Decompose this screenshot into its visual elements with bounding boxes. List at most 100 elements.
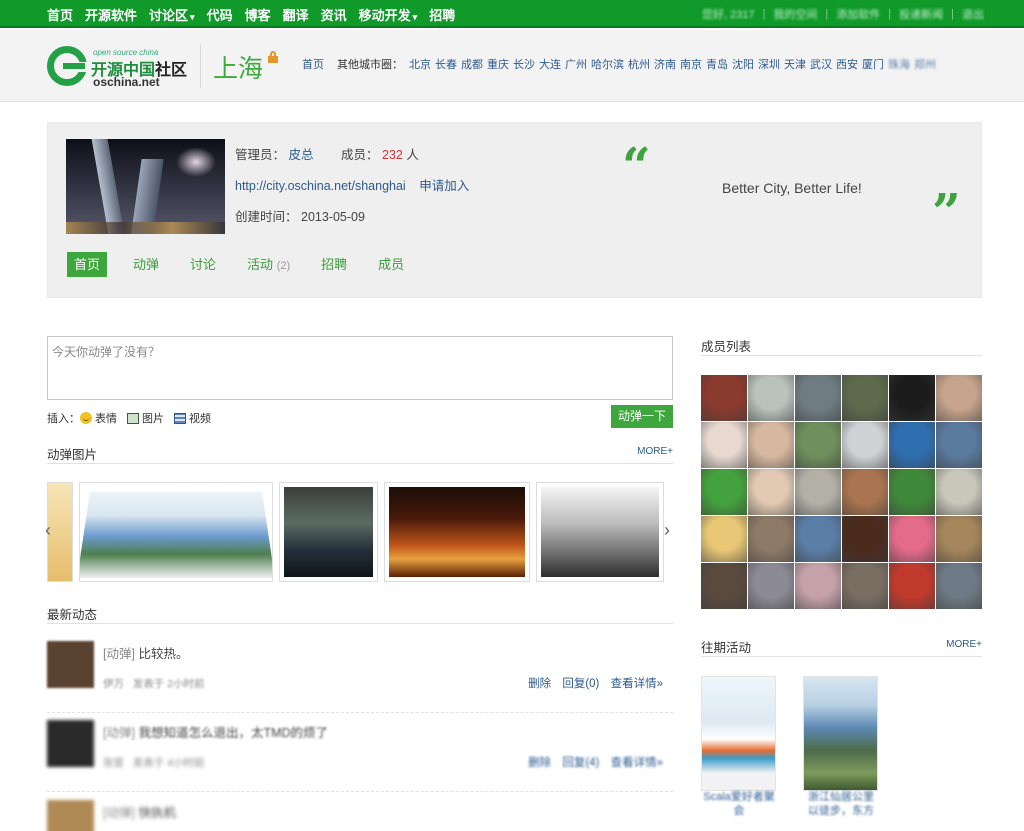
member-avatar[interactable]: [889, 375, 935, 421]
insert-video-button[interactable]: 视频: [174, 410, 211, 426]
city-link[interactable]: 西安: [836, 56, 858, 72]
city-link[interactable]: 郑州: [914, 56, 936, 72]
city-link[interactable]: 成都: [461, 56, 483, 72]
nav-jobs[interactable]: 招聘: [429, 5, 455, 24]
member-avatar[interactable]: [748, 375, 794, 421]
photos-more-link[interactable]: MORE+: [637, 446, 673, 457]
member-avatar[interactable]: [748, 469, 794, 515]
city-url-link[interactable]: http://city.oschina.net/shanghai: [235, 179, 406, 193]
activity-caption[interactable]: 浙江仙居公里 以徒步，东方: [799, 790, 883, 818]
tab-discussions[interactable]: 讨论: [190, 252, 216, 277]
activity-poster[interactable]: [803, 676, 878, 791]
carousel-next-icon[interactable]: ›: [664, 520, 670, 541]
member-avatar[interactable]: [889, 469, 935, 515]
member-avatar[interactable]: [701, 375, 747, 421]
member-avatar[interactable]: [795, 516, 841, 562]
member-avatar[interactable]: [842, 422, 888, 468]
insert-emoji-button[interactable]: 表情: [80, 410, 117, 426]
nav-opensource[interactable]: 开源软件: [85, 5, 137, 24]
member-avatar[interactable]: [701, 469, 747, 515]
tab-events[interactable]: 活动 (2): [247, 252, 290, 277]
nav-code[interactable]: 代码: [207, 5, 233, 24]
photo-thumb[interactable]: [536, 482, 664, 582]
avatar[interactable]: [47, 641, 94, 688]
nav-blog[interactable]: 博客: [245, 5, 271, 24]
member-avatar[interactable]: [748, 422, 794, 468]
post-tweet-button[interactable]: 动弹一下: [611, 405, 673, 428]
activity-caption[interactable]: Scala爱好者聚会: [697, 790, 781, 818]
city-link[interactable]: 大连: [539, 56, 561, 72]
city-link[interactable]: 厦门: [862, 56, 884, 72]
join-link[interactable]: 申请加入: [419, 179, 469, 193]
member-avatar[interactable]: [795, 422, 841, 468]
city-link[interactable]: 南京: [680, 56, 702, 72]
city-link[interactable]: 长沙: [513, 56, 535, 72]
tab-members[interactable]: 成员: [378, 252, 404, 277]
member-avatar[interactable]: [795, 375, 841, 421]
view-detail-link[interactable]: 查看详情»: [611, 678, 663, 690]
city-link[interactable]: 珠海: [888, 56, 910, 72]
member-avatar[interactable]: [748, 563, 794, 609]
insert-image-button[interactable]: 图片: [127, 410, 164, 426]
delete-link[interactable]: 删除: [528, 757, 551, 769]
member-avatar[interactable]: [795, 563, 841, 609]
member-avatar[interactable]: [795, 469, 841, 515]
member-avatar[interactable]: [701, 516, 747, 562]
member-avatar[interactable]: [842, 469, 888, 515]
member-avatar[interactable]: [842, 516, 888, 562]
tab-home[interactable]: 首页: [67, 252, 108, 277]
oschina-logo[interactable]: open source china 开源中国社区 oschina.net: [47, 46, 187, 89]
member-avatar[interactable]: [936, 563, 982, 609]
avatar[interactable]: [47, 800, 94, 831]
city-link[interactable]: 武汉: [810, 56, 832, 72]
member-avatar[interactable]: [889, 516, 935, 562]
activities-more-link[interactable]: MORE+: [946, 639, 982, 650]
add-software-link[interactable]: 添加软件: [836, 6, 880, 22]
submit-news-link[interactable]: 投递新闻: [899, 6, 943, 22]
city-home-link[interactable]: 首页: [302, 56, 324, 72]
tweet-input[interactable]: [48, 337, 672, 399]
reply-link[interactable]: 回复(4): [562, 757, 599, 769]
city-link[interactable]: 沈阳: [732, 56, 754, 72]
nav-news[interactable]: 资讯: [321, 5, 347, 24]
photo-thumb[interactable]: [384, 482, 530, 582]
avatar[interactable]: [47, 720, 94, 767]
nav-translate[interactable]: 翻译: [283, 5, 309, 24]
city-link[interactable]: 青岛: [706, 56, 728, 72]
city-link[interactable]: 天津: [784, 56, 806, 72]
logout-link[interactable]: 退出: [962, 6, 984, 22]
city-link[interactable]: 重庆: [487, 56, 509, 72]
city-link[interactable]: 深圳: [758, 56, 780, 72]
reply-link[interactable]: 回复(0): [562, 678, 599, 690]
city-link[interactable]: 北京: [409, 56, 431, 72]
delete-link[interactable]: 删除: [528, 678, 551, 690]
member-avatar[interactable]: [701, 563, 747, 609]
photo-thumb[interactable]: [279, 482, 378, 582]
city-link[interactable]: 哈尔滨: [591, 56, 624, 72]
city-link[interactable]: 济南: [654, 56, 676, 72]
view-detail-link[interactable]: 查看详情»: [611, 757, 663, 769]
member-avatar[interactable]: [701, 422, 747, 468]
activity-poster[interactable]: [701, 676, 776, 791]
member-avatar[interactable]: [842, 563, 888, 609]
photo-thumb[interactable]: [79, 482, 273, 582]
member-avatar[interactable]: [748, 516, 794, 562]
my-space-link[interactable]: 我的空间: [773, 6, 817, 22]
nav-home[interactable]: 首页: [47, 5, 73, 24]
member-avatar[interactable]: [889, 422, 935, 468]
carousel-prev-icon[interactable]: ‹: [45, 520, 51, 541]
nav-mobile[interactable]: 移动开发: [359, 5, 418, 24]
member-avatar[interactable]: [936, 516, 982, 562]
city-link[interactable]: 杭州: [628, 56, 650, 72]
city-link[interactable]: 长春: [435, 56, 457, 72]
tab-jobs[interactable]: 招聘: [321, 252, 347, 277]
tab-tweets[interactable]: 动弹: [133, 252, 159, 277]
member-avatar[interactable]: [842, 375, 888, 421]
member-avatar[interactable]: [936, 469, 982, 515]
member-avatar[interactable]: [936, 422, 982, 468]
member-avatar[interactable]: [889, 563, 935, 609]
member-avatar[interactable]: [936, 375, 982, 421]
nav-forum[interactable]: 讨论区: [149, 5, 195, 24]
city-link[interactable]: 广州: [565, 56, 587, 72]
admin-name-link[interactable]: 皮总: [289, 148, 314, 162]
